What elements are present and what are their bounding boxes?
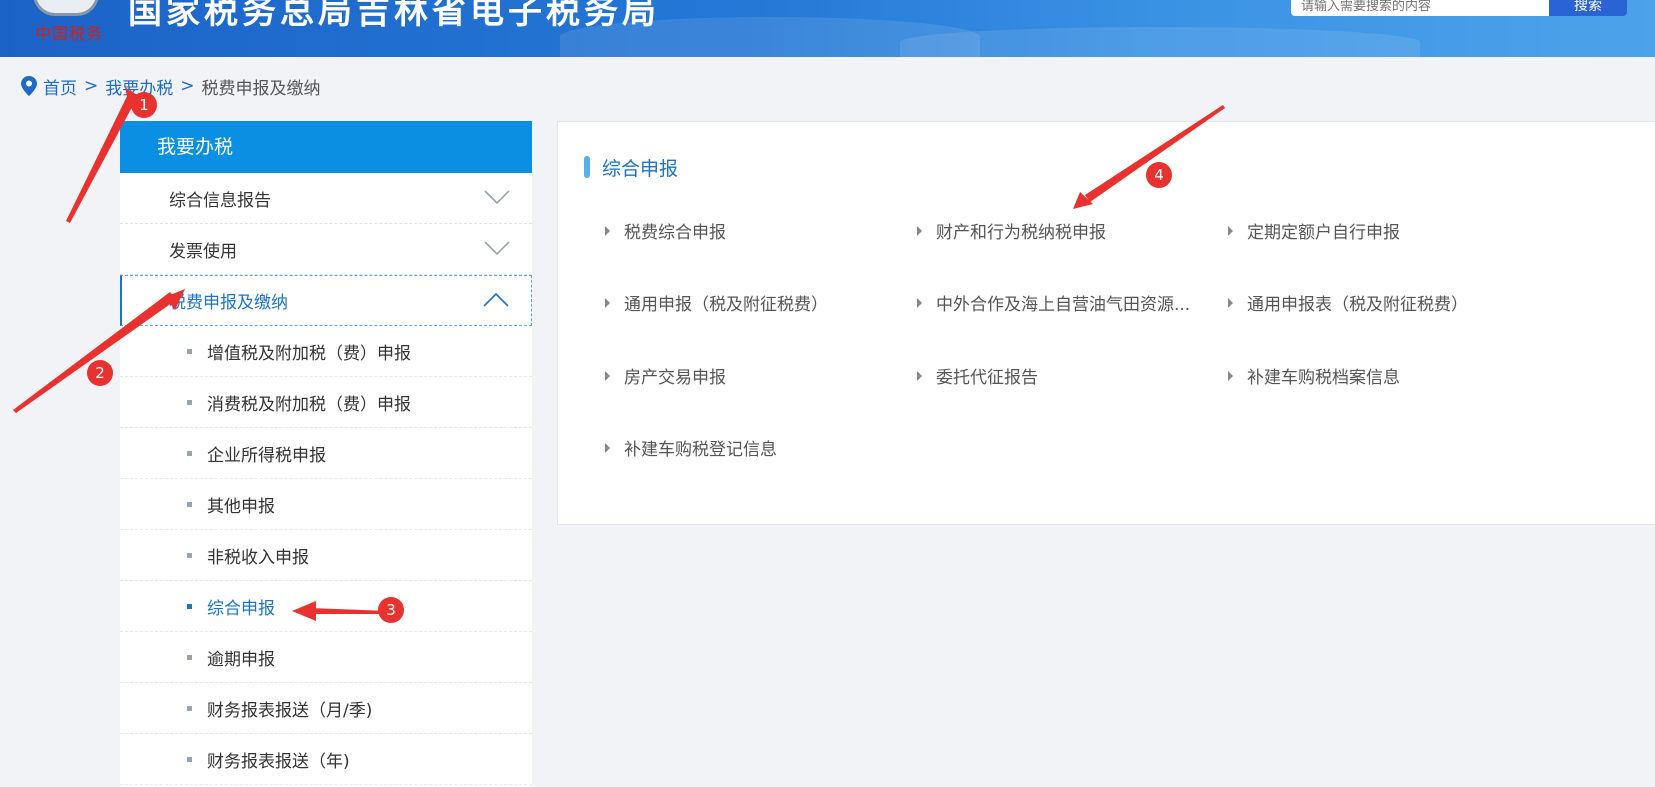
panel-title: 综合申报: [584, 155, 679, 180]
caret-right-icon: [1228, 297, 1233, 308]
link-fixed-quota[interactable]: 定期定额户自行申报: [1228, 218, 1400, 243]
caret-right-icon: [605, 370, 610, 381]
link-entrusted-collection[interactable]: 委托代征报告: [917, 363, 1038, 388]
sidebar: 我要办税 综合信息报告 发票使用 税费申报及缴纳 增值税及附加税（费）申报 消费…: [120, 121, 532, 787]
sidebar-item-label: 逾期申报: [207, 649, 275, 670]
caret-right-icon: [917, 297, 922, 308]
link-label: 补建车购税登记信息: [624, 440, 777, 460]
logo-text: 中国税务: [35, 24, 104, 43]
sidebar-item-label: 企业所得税申报: [207, 445, 326, 466]
bullet-icon: [187, 451, 192, 456]
sidebar-item-comprehensive[interactable]: 综合申报: [120, 581, 532, 632]
breadcrumb-separator: >: [84, 76, 99, 96]
link-label: 财产和行为税纳税申报: [936, 223, 1106, 243]
chevron-down-icon: [484, 241, 510, 256]
sidebar-group-label: 综合信息报告: [169, 190, 271, 211]
breadcrumb: 首页 > 我要办税 > 税费申报及缴纳: [21, 74, 321, 99]
sidebar-group-tax-declaration[interactable]: 税费申报及缴纳: [120, 275, 532, 326]
sidebar-item-label: 财务报表报送（年): [207, 751, 350, 772]
sidebar-item-financial-annual[interactable]: 财务报表报送（年): [120, 734, 532, 785]
caret-right-icon: [1228, 225, 1233, 236]
link-label: 房产交易申报: [624, 368, 726, 388]
site-title: 国家税务总局吉林省电子税务局: [128, 0, 660, 32]
sidebar-item-consumption-tax[interactable]: 消费税及附加税（费）申报: [120, 377, 532, 428]
location-pin-icon: [21, 76, 37, 96]
header-decoration: [900, 27, 1420, 57]
link-label: 委托代征报告: [936, 368, 1038, 388]
link-label: 定期定额户自行申报: [1247, 223, 1400, 243]
breadcrumb-home[interactable]: 首页: [43, 74, 77, 99]
sidebar-item-label: 非税收入申报: [207, 547, 309, 568]
link-label: 通用申报（税及附征税费）: [624, 295, 828, 315]
link-general-form[interactable]: 通用申报表（税及附征税费）: [1228, 290, 1468, 315]
breadcrumb-current: 税费申报及缴纳: [201, 78, 321, 99]
link-label: 通用申报表（税及附征税费）: [1247, 295, 1468, 315]
caret-right-icon: [1228, 370, 1233, 381]
search-box: [1291, 0, 1549, 16]
link-tax-comprehensive[interactable]: 税费综合申报: [605, 218, 726, 243]
breadcrumb-separator: >: [180, 76, 195, 96]
link-vehicle-tax-archive[interactable]: 补建车购税档案信息: [1228, 363, 1400, 388]
caret-right-icon: [605, 225, 610, 236]
sidebar-item-financial-monthly[interactable]: 财务报表报送（月/季): [120, 683, 532, 734]
bullet-icon: [187, 502, 192, 507]
sidebar-group-label: 发票使用: [169, 241, 237, 262]
bullet-icon: [187, 553, 192, 558]
site-header: 中国税务 国家税务总局吉林省电子税务局 搜索: [0, 0, 1655, 57]
content-panel: 综合申报 税费综合申报 财产和行为税纳税申报 定期定额户自行申报 通用申报（税及…: [557, 121, 1655, 525]
sidebar-item-corporate-income-tax[interactable]: 企业所得税申报: [120, 428, 532, 479]
caret-right-icon: [605, 297, 610, 308]
link-label: 中外合作及海上自营油气田资源...: [936, 295, 1191, 315]
panel-title-text: 综合申报: [602, 157, 679, 180]
annotation-badge-2: 2: [87, 360, 113, 386]
search-button[interactable]: 搜索: [1549, 0, 1627, 16]
sidebar-item-overdue[interactable]: 逾期申报: [120, 632, 532, 683]
chevron-down-icon: [484, 190, 510, 205]
caret-right-icon: [605, 442, 610, 453]
link-label: 税费综合申报: [624, 223, 726, 243]
sidebar-item-vat[interactable]: 增值税及附加税（费）申报: [120, 326, 532, 377]
tax-logo[interactable]: 中国税务: [25, 0, 107, 50]
chevron-up-icon: [483, 292, 509, 307]
sidebar-group-invoice[interactable]: 发票使用: [120, 224, 532, 275]
sidebar-item-other[interactable]: 其他申报: [120, 479, 532, 530]
link-vehicle-tax-registration[interactable]: 补建车购税登记信息: [605, 435, 777, 460]
sidebar-item-label: 其他申报: [207, 496, 275, 517]
link-label: 补建车购税档案信息: [1247, 368, 1400, 388]
sidebar-group-info-report[interactable]: 综合信息报告: [120, 173, 532, 224]
bullet-icon: [187, 655, 192, 660]
caret-right-icon: [917, 370, 922, 381]
bullet-icon: [187, 757, 192, 762]
emblem-icon: [33, 0, 99, 16]
bullet-icon: [187, 706, 192, 711]
annotation-badge-4: 4: [1146, 162, 1172, 188]
annotation-badge-1: 1: [131, 92, 157, 118]
link-property-transaction[interactable]: 房产交易申报: [605, 363, 726, 388]
bullet-icon: [187, 400, 192, 405]
sidebar-group-label: 税费申报及缴纳: [169, 293, 288, 313]
sidebar-heading: 我要办税: [120, 121, 532, 173]
sidebar-item-label: 增值税及附加税（费）申报: [207, 343, 411, 364]
bullet-icon: [187, 349, 192, 354]
caret-right-icon: [917, 225, 922, 236]
title-bar-icon: [584, 156, 590, 178]
link-property-behavior-tax[interactable]: 财产和行为税纳税申报: [917, 218, 1106, 243]
link-general-declaration[interactable]: 通用申报（税及附征税费）: [605, 290, 828, 315]
sidebar-item-label: 财务报表报送（月/季): [207, 700, 373, 721]
search-input[interactable]: [1291, 0, 1549, 16]
annotation-badge-3: 3: [378, 597, 404, 623]
link-oil-gas-resource[interactable]: 中外合作及海上自营油气田资源...: [917, 290, 1190, 315]
sidebar-item-label: 消费税及附加税（费）申报: [207, 394, 411, 415]
bullet-icon: [187, 604, 192, 609]
sidebar-item-non-tax[interactable]: 非税收入申报: [120, 530, 532, 581]
sidebar-item-label: 综合申报: [207, 598, 275, 619]
